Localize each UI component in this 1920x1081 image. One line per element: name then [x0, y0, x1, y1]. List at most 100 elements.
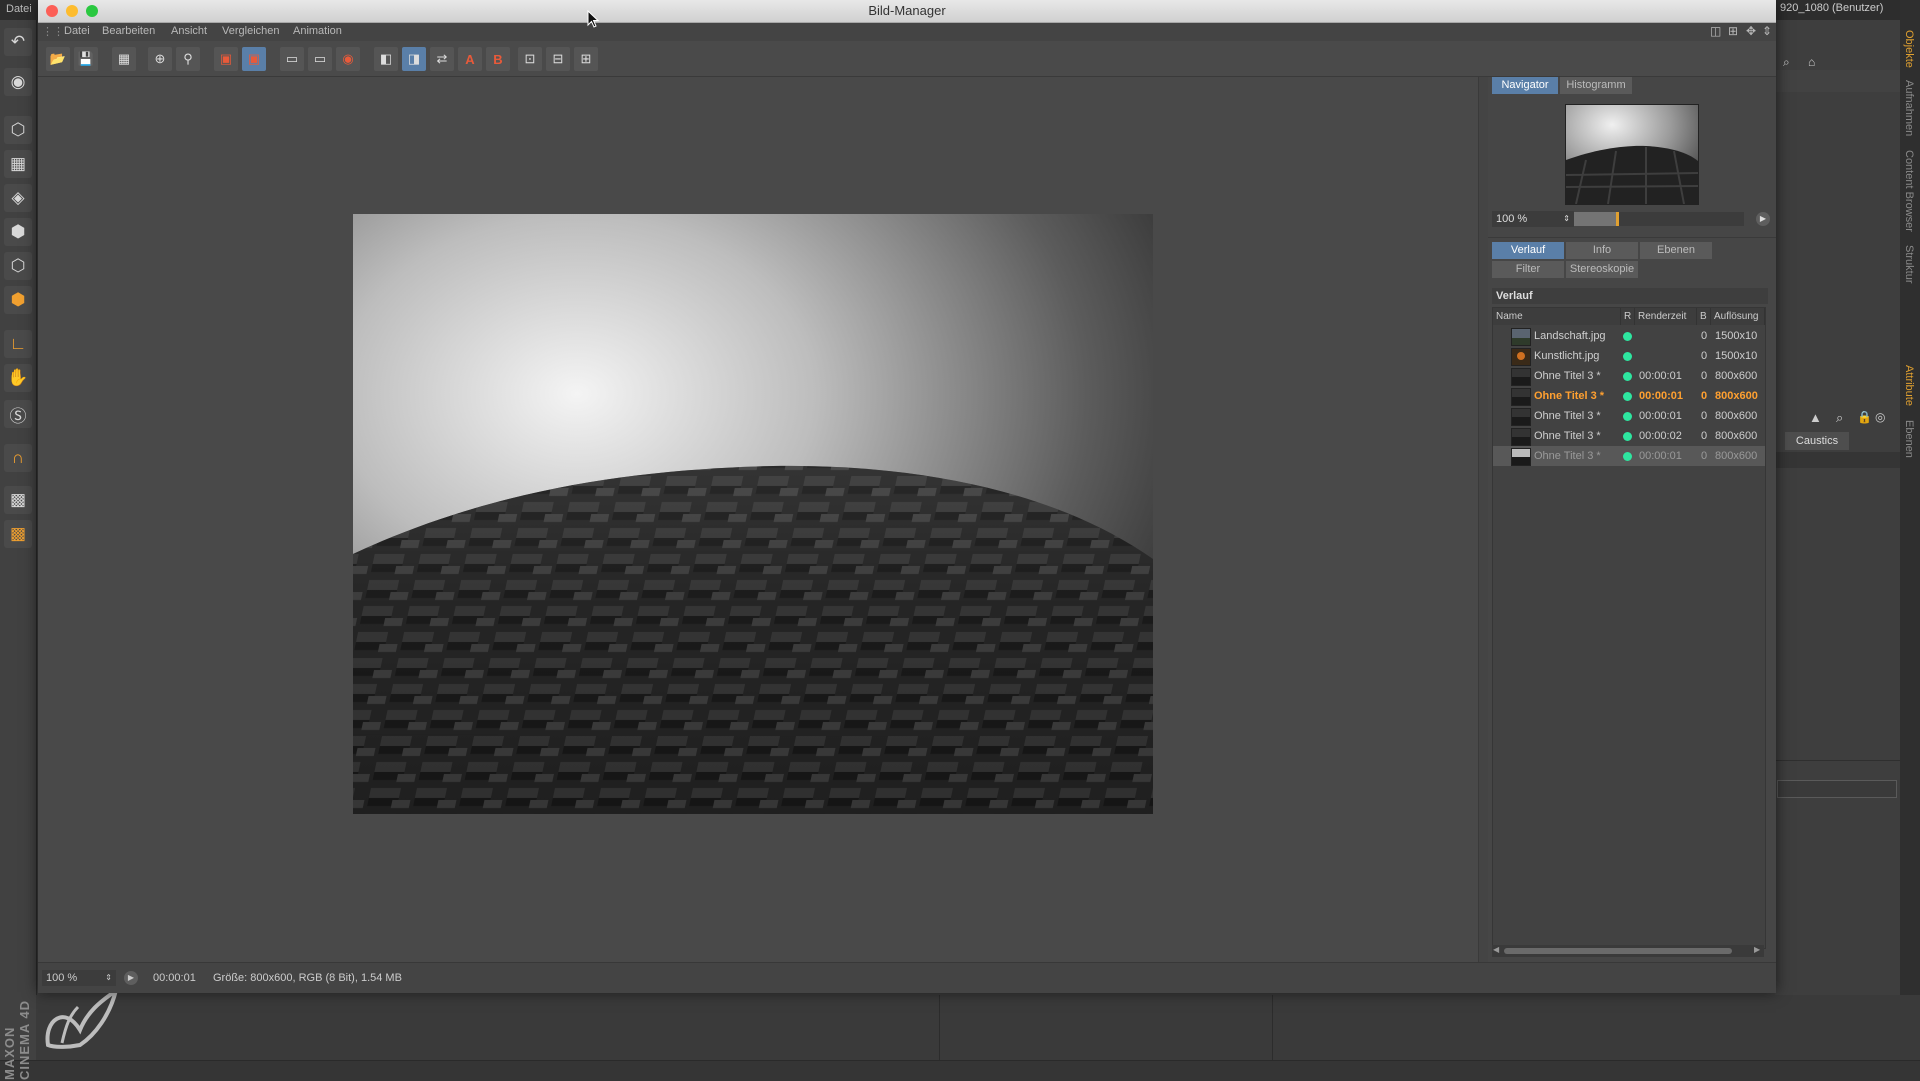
grid-icon[interactable]: ▦ — [112, 47, 136, 71]
pin-icon[interactable]: ⚲ — [176, 47, 200, 71]
history-row[interactable]: Kunstlicht.jpg 0 1500x10 — [1493, 346, 1765, 366]
caustics-tab[interactable]: Caustics — [1785, 432, 1849, 450]
play-arrow-icon[interactable]: ▶ — [124, 971, 138, 985]
set-b-icon[interactable]: B — [486, 47, 510, 71]
history-row-active[interactable]: Ohne Titel 3 * 00:00:01 0 800x600 — [1493, 386, 1765, 406]
swap-ab-icon[interactable]: ⇄ — [430, 47, 454, 71]
search-icon[interactable]: ⌕ — [1836, 410, 1843, 426]
magnet-icon[interactable]: ∩ — [4, 444, 32, 472]
status-zoom-field[interactable]: 100 % ⇕ — [42, 970, 116, 986]
history-row[interactable]: Ohne Titel 3 * 00:00:02 0 800x600 — [1493, 426, 1765, 446]
scroll-right-icon[interactable]: ▶ — [1754, 945, 1760, 954]
set-a-icon[interactable]: A — [458, 47, 482, 71]
row-renderzeit: 00:00:01 — [1639, 390, 1684, 402]
layout-icon[interactable]: ⊞ — [574, 47, 598, 71]
tab-stereoskopie[interactable]: Stereoskopie — [1566, 261, 1638, 278]
edges-mode-icon[interactable]: ⬡ — [4, 252, 32, 280]
history-row[interactable]: Ohne Titel 3 * 00:00:01 0 800x600 — [1493, 366, 1765, 386]
zoom-slider-handle[interactable] — [1615, 212, 1619, 226]
attribute-row — [1775, 452, 1900, 468]
open-icon[interactable]: 📂 — [46, 47, 70, 71]
menu-animation[interactable]: Animation — [293, 25, 342, 37]
lock-icon[interactable]: 🔒 — [1857, 410, 1872, 424]
menu-vergleichen[interactable]: Vergleichen — [222, 25, 280, 37]
search-icon[interactable]: ⌕ — [1783, 55, 1790, 70]
column-name[interactable]: Name — [1493, 308, 1621, 325]
render-picture-icon[interactable]: ▭ — [308, 47, 332, 71]
snap-icon[interactable]: Ⓢ — [4, 400, 32, 428]
render-resolution-label[interactable]: 920_1080 (Benutzer) — [1780, 2, 1883, 14]
row-resolution: 800x600 — [1715, 430, 1758, 442]
history-horizontal-scrollbar[interactable]: ◀ ▶ — [1492, 945, 1764, 957]
history-list[interactable]: Name R Renderzeit B Auflösung Landschaft… — [1492, 307, 1766, 949]
side-tab-aufnahmen[interactable]: Aufnahmen — [1903, 80, 1915, 136]
polygons-mode-icon[interactable]: ⬢ — [4, 286, 32, 314]
side-tab-objekte[interactable]: Objekte — [1903, 30, 1915, 68]
stepper-icon[interactable]: ⇕ — [1563, 211, 1570, 227]
layout-split-icon[interactable]: ◫ — [1710, 24, 1721, 38]
compare-split-icon[interactable]: ◨ — [402, 47, 426, 71]
play-arrow-icon[interactable]: ▶ — [1756, 212, 1770, 226]
stepper-icon[interactable]: ⇕ — [105, 970, 112, 986]
undo-icon[interactable]: ↶ — [4, 28, 32, 56]
points-mode-icon[interactable]: ⬢ — [4, 218, 32, 246]
workplane-icon[interactable]: ◈ — [4, 184, 32, 212]
navigator-thumbnail[interactable] — [1565, 104, 1699, 205]
render-region-icon[interactable]: ▣ — [214, 47, 238, 71]
column-b[interactable]: B — [1697, 308, 1711, 325]
render-view-icon[interactable]: ▣ — [242, 47, 266, 71]
pointer-icon[interactable]: ▲ — [1809, 410, 1822, 425]
column-renderzeit[interactable]: Renderzeit — [1635, 308, 1697, 325]
window-titlebar[interactable]: Bild-Manager — [38, 0, 1776, 23]
navigator-zoom-slider[interactable] — [1574, 212, 1744, 226]
menu-ansicht[interactable]: Ansicht — [171, 25, 207, 37]
tab-info[interactable]: Info — [1566, 242, 1638, 259]
compare-ab-icon[interactable]: ◧ — [374, 47, 398, 71]
scroll-left-icon[interactable]: ◀ — [1493, 945, 1499, 954]
tweak-icon[interactable]: ✋ — [4, 364, 32, 392]
home-icon[interactable]: ⌂ — [1808, 55, 1815, 69]
menu-bearbeiten[interactable]: Bearbeiten — [102, 25, 155, 37]
grid-icon[interactable]: ▩ — [4, 520, 32, 548]
tab-filter[interactable]: Filter — [1492, 261, 1564, 278]
grid-lock-icon[interactable]: ▩ — [4, 486, 32, 514]
axis-icon[interactable]: ∟ — [4, 330, 32, 358]
row-b: 0 — [1701, 350, 1708, 362]
row-thumbnail — [1511, 368, 1531, 386]
menu-datei[interactable]: Datei — [64, 25, 90, 37]
stop-render-icon[interactable]: ◉ — [336, 47, 360, 71]
row-name: Landschaft.jpg — [1534, 330, 1606, 342]
tab-navigator[interactable]: Navigator — [1492, 77, 1558, 94]
view-icon[interactable]: ◉ — [4, 68, 32, 96]
row-renderzeit: 00:00:01 — [1639, 410, 1682, 422]
side-tab-attribute[interactable]: Attribute — [1903, 365, 1915, 406]
history-row[interactable]: Ohne Titel 3 * 00:00:01 0 800x600 — [1493, 406, 1765, 426]
side-tab-ebenen[interactable]: Ebenen — [1903, 420, 1915, 458]
zoom-fit-icon[interactable]: ⊡ — [518, 47, 542, 71]
image-canvas[interactable] — [38, 77, 1478, 962]
target-icon[interactable]: ◎ — [1875, 410, 1885, 424]
tab-ebenen[interactable]: Ebenen — [1640, 242, 1712, 259]
new-window-icon[interactable]: ⊞ — [1728, 24, 1738, 38]
scrollbar-thumb[interactable] — [1504, 948, 1732, 954]
move-icon[interactable]: ✥ — [1746, 24, 1756, 38]
tab-histogramm[interactable]: Histogramm — [1560, 77, 1632, 94]
save-icon[interactable]: 💾 — [74, 47, 98, 71]
history-row[interactable]: Landschaft.jpg 0 1500x10 — [1493, 326, 1765, 346]
side-tab-struktur[interactable]: Struktur — [1903, 245, 1915, 284]
history-row-selected[interactable]: Ohne Titel 3 * 00:00:01 0 800x600 — [1493, 446, 1765, 466]
navigator-zoom-field[interactable]: 100 % ⇕ — [1492, 211, 1574, 227]
ab-compare-icon[interactable]: ⊕ — [148, 47, 172, 71]
app-menu-datei[interactable]: Datei — [6, 3, 32, 15]
column-aufloesung[interactable]: Auflösung — [1711, 308, 1765, 325]
render-image-icon[interactable]: ▭ — [280, 47, 304, 71]
row-b: 0 — [1701, 390, 1708, 402]
tab-verlauf[interactable]: Verlauf — [1492, 242, 1564, 259]
model-mode-icon[interactable]: ⬡ — [4, 116, 32, 144]
expand-icon[interactable]: ⇕ — [1762, 24, 1772, 38]
side-tab-content-browser[interactable]: Content Browser — [1903, 150, 1915, 232]
zoom-fill-icon[interactable]: ⊟ — [546, 47, 570, 71]
attribute-field[interactable] — [1777, 780, 1897, 798]
texture-mode-icon[interactable]: ▦ — [4, 150, 32, 178]
column-r[interactable]: R — [1621, 308, 1635, 325]
